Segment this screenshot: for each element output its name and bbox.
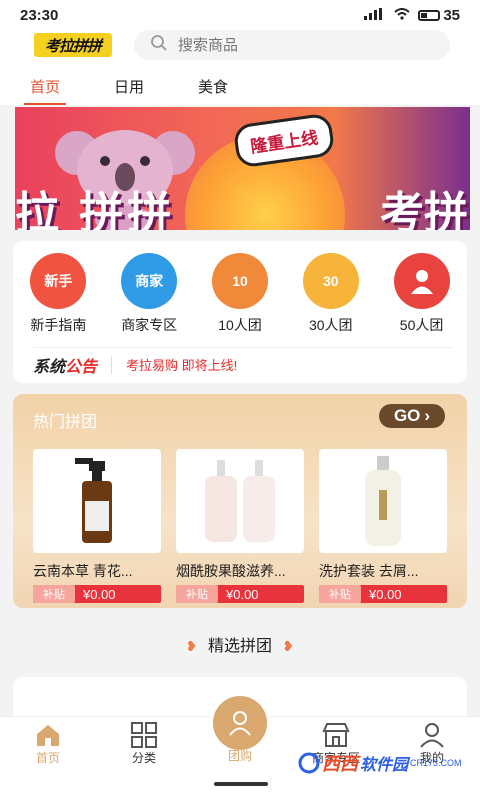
promo-banner[interactable]: 隆重上线 拉 拼拼 考拼 [15,107,470,230]
nav-home[interactable]: 首页 [8,721,88,766]
product-image [176,449,304,553]
home-icon [8,721,88,749]
lotion-bottles-icon [205,460,275,542]
category-label: 新手指南 [30,317,87,333]
tab-home[interactable]: 首页 [24,74,67,105]
category-tabs: 首页 日用 美食 [24,74,234,105]
heart-icon: ❥ [185,638,198,654]
top-header: 考拉拼拼 首页 日用 美食 [0,30,480,105]
notice-text: 考拉易购 即将上线! [126,358,238,373]
selected-group-heading: ❥ 精选拼团 ❥ [0,632,480,656]
subsidy-tag: 补贴 [176,585,218,603]
status-time: 23:30 [20,6,59,24]
category-label: 商家专区 [121,317,178,333]
category-item-merchant[interactable]: 商家 商家专区 [109,253,189,335]
nav-category[interactable]: 分类 [104,721,184,766]
watermark: 西西 软件园 CR173.COM [298,750,462,776]
user-icon [392,721,472,749]
group-buy-center-button[interactable] [210,693,270,753]
product-card[interactable]: 烟酰胺果酸滋养... 补贴 ¥0.00 [176,449,304,603]
signal-icon [364,7,386,24]
hot-group-section: 热门拼团 GO › 云南本草 青花... 补贴 ¥0.00 烟酰胺果酸滋养... … [13,394,467,608]
grid-icon [104,721,184,749]
nav-group-buy[interactable]: 团购 [200,747,280,764]
category-item-10-group[interactable]: 10 10人团 [200,253,280,335]
guide-icon: 新手 [30,253,87,309]
price-bar: 补贴 ¥0.00 [176,585,304,603]
notice-title: 系统公告 [33,358,98,376]
battery-level: 35 [443,6,460,24]
category-label: 30人团 [308,317,353,333]
spray-bottle-icon [75,458,112,543]
search-input[interactable] [178,36,418,54]
product-name: 云南本草 青花... [33,563,133,579]
watermark-logo-icon [298,752,320,774]
category-label: 50人团 [399,317,444,333]
selected-group-title: 精选拼团 [207,638,272,655]
group-50-icon [393,253,450,309]
price-bar: 补贴 ¥0.00 [319,585,447,603]
heart-icon: ❥ [282,638,295,654]
product-card[interactable]: 云南本草 青花... 补贴 ¥0.00 [33,449,161,603]
subsidy-tag: 补贴 [319,585,361,603]
merchant-icon: 商家 [121,253,178,309]
banner-big-text: 拉 拼拼 [15,189,176,230]
banner-big-text-right: 考拼 [380,189,468,230]
group-30-icon: 30 [302,253,359,309]
battery-icon [418,9,441,21]
product-price: ¥0.00 [83,586,116,602]
price-bar: 补贴 ¥0.00 [33,585,161,603]
product-price: ¥0.00 [369,586,402,602]
group-icon [229,711,251,736]
category-item-50-group[interactable]: 50人团 [382,253,462,335]
tab-daily[interactable]: 日用 [108,74,150,99]
status-bar: 23:30 35 [0,0,480,30]
shop-icon [296,721,376,749]
quick-entry-card: 新手 新手指南 商家 商家专区 10 10人团 30 30人团 50人团 系统公… [13,241,467,383]
category-item-guide[interactable]: 新手 新手指南 [18,253,98,335]
product-name: 烟酰胺果酸滋养... [176,563,286,579]
product-list: 云南本草 青花... 补贴 ¥0.00 烟酰胺果酸滋养... 补贴 ¥0.00 洗护… [33,449,447,603]
product-price: ¥0.00 [226,586,259,602]
app-logo: 考拉拼拼 [34,33,112,57]
chevron-right-icon: › [424,406,431,425]
go-button[interactable]: GO › [379,404,445,428]
wifi-icon [394,7,410,24]
product-name: 洗护套装 去屑... [319,563,419,579]
product-image [33,449,161,553]
notice-divider [111,355,113,374]
hot-section-title: 热门拼团 [33,414,98,431]
battery-indicator: 35 [418,7,460,24]
category-item-30-group[interactable]: 30 30人团 [291,253,371,335]
subsidy-tag: 补贴 [33,585,75,603]
search-icon [150,34,168,56]
system-notice[interactable]: 系统公告 考拉易购 即将上线! [33,347,453,376]
home-indicator [214,782,268,786]
product-image [319,449,447,553]
shampoo-bottle-icon [365,456,401,546]
product-card[interactable]: 洗护套装 去屑... 补贴 ¥0.00 [319,449,447,603]
group-10-icon: 10 [211,253,268,309]
tab-food[interactable]: 美食 [192,74,234,99]
category-label: 10人团 [218,317,262,333]
category-grid: 新手 新手指南 商家 商家专区 10 10人团 30 30人团 50人团 [13,253,467,335]
search-bar[interactable] [134,30,450,60]
